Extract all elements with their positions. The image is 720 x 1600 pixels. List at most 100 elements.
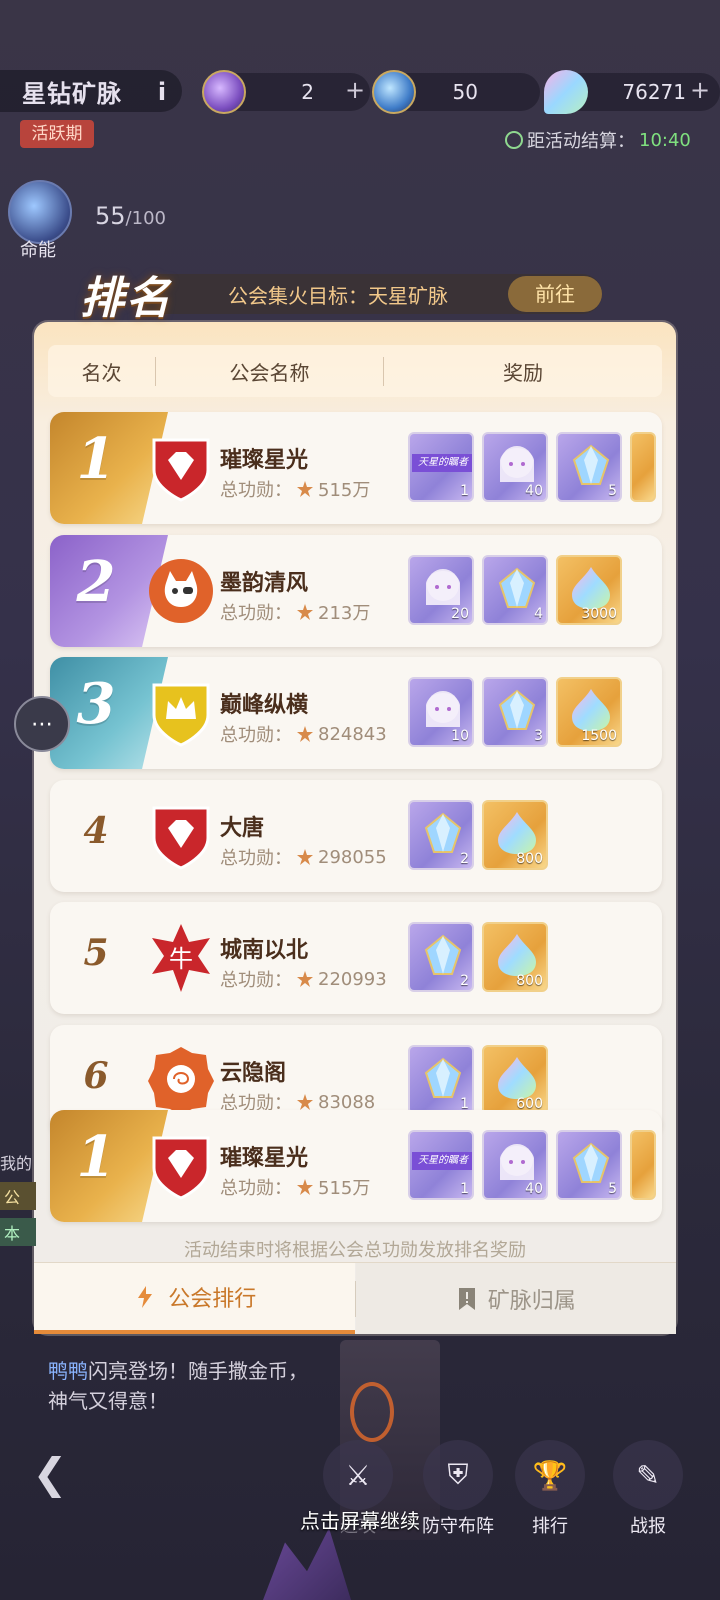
tab-vein-ownership-label: 矿脉归属: [487, 1288, 576, 1314]
energy-max: /100: [125, 208, 166, 229]
merit-icon: [297, 726, 313, 742]
resource-value-3: 76271: [622, 80, 686, 104]
tab-guild-ranking[interactable]: 公会排行: [34, 1263, 355, 1334]
merit-icon: [297, 1094, 313, 1110]
score-label: 总功勋：: [220, 1178, 292, 1199]
clock-icon: [505, 131, 523, 149]
score-value: 824843: [318, 723, 387, 745]
reward-list: 20 4 3000: [408, 555, 622, 625]
guild-score: 总功勋： 220993: [220, 966, 387, 992]
score-value: 220993: [318, 968, 387, 990]
ranking-header: 名次 公会名称 奖励: [48, 345, 662, 397]
yellow-crown-shield-icon: [146, 677, 216, 749]
blue-crystal-icon: [498, 567, 536, 608]
reward-item[interactable]: 600: [482, 1045, 548, 1115]
score-label: 总功勋：: [220, 480, 292, 501]
reward-item-partial[interactable]: [630, 1130, 656, 1200]
guild-name: 云隐阁: [220, 1061, 287, 1086]
orange-rose-icon: [146, 1045, 216, 1117]
reward-item[interactable]: 2: [408, 800, 474, 870]
purple-gem-orb-icon: [202, 70, 246, 114]
crossed-swords-icon: ⚔: [323, 1440, 393, 1510]
add-resource-3-button[interactable]: +: [690, 76, 710, 104]
reward-item[interactable]: 5: [556, 1130, 622, 1200]
broadcast-user: 鸭鸭: [48, 1359, 88, 1383]
resource-value-1: 2: [301, 80, 314, 104]
panel-title: 排名: [80, 273, 172, 324]
guild-name: 大唐: [220, 816, 265, 841]
reward-qty: 5: [608, 1181, 617, 1197]
reward-qty: 4: [534, 606, 543, 622]
merit-icon: [297, 971, 313, 987]
reward-list: 2 800: [408, 922, 548, 992]
energy-crystal-icon[interactable]: [8, 180, 72, 244]
reward-item[interactable]: 20: [408, 555, 474, 625]
banner-flag-icon: [458, 1287, 475, 1310]
guild-ranking-icon: [138, 1285, 153, 1308]
reward-item[interactable]: 天星的瞩者 1: [408, 1130, 474, 1200]
reward-qty: 1: [460, 1181, 469, 1197]
reward-item[interactable]: 10: [408, 677, 474, 747]
my-guild-row[interactable]: 1 璀璨星光 总功勋： 515万 天星的瞩者 1 40 5: [50, 1110, 662, 1222]
svg-text:牛: 牛: [169, 945, 193, 973]
chat-button[interactable]: ⋯: [14, 696, 70, 752]
reward-item[interactable]: 800: [482, 922, 548, 992]
rainbow-crystal-icon: [544, 70, 588, 114]
ranking-row[interactable]: 3 巅峰纵横 总功勋： 824843 10 3 1500: [50, 657, 662, 769]
reward-item[interactable]: 40: [482, 1130, 548, 1200]
add-resource-1-button[interactable]: +: [345, 76, 365, 104]
reward-item-partial[interactable]: [630, 432, 656, 502]
chevron-left-icon: ❮: [32, 1449, 68, 1498]
red-star-ox-icon: 牛: [146, 922, 216, 994]
rank-number: 2: [76, 549, 116, 615]
event-title-text: 星钻矿脉: [22, 79, 122, 108]
reward-qty: 800: [516, 973, 543, 989]
character-portrait-icon: [500, 1144, 534, 1180]
countdown: 距活动结算： 10:40: [505, 127, 691, 153]
rainbow-gem-icon: [572, 567, 610, 609]
character-portrait-icon: [426, 569, 460, 605]
back-button[interactable]: ❮: [20, 1444, 80, 1504]
character-portrait-icon: [500, 446, 534, 482]
reward-item[interactable]: 天星的瞩者 1: [408, 432, 474, 502]
rank-number: 4: [83, 810, 109, 852]
reward-qty: 2: [460, 851, 469, 867]
reward-item[interactable]: 1: [408, 1045, 474, 1115]
go-button[interactable]: 前往: [508, 276, 602, 312]
ranking-row[interactable]: 5 牛 城南以北 总功勋： 220993 2 800: [50, 902, 662, 1014]
tap-to-continue[interactable]: 点击屏幕继续: [0, 1505, 720, 1534]
reward-item[interactable]: 40: [482, 432, 548, 502]
info-button[interactable]: i: [150, 78, 174, 106]
title-card-banner: 天星的瞩者: [412, 1152, 472, 1170]
score-value: 515万: [318, 480, 371, 501]
blue-crystal-icon: [424, 1057, 462, 1098]
reward-item[interactable]: 3: [482, 677, 548, 747]
reward-item[interactable]: 5: [556, 432, 622, 502]
ranking-row[interactable]: 2 墨韵清风 总功勋： 213万 20 4 3000: [50, 535, 662, 647]
reward-item[interactable]: 2: [408, 922, 474, 992]
header-rank: 名次: [48, 356, 156, 386]
ranking-row[interactable]: 4 大唐 总功勋： 298055 2 800: [50, 780, 662, 892]
reward-item[interactable]: 4: [482, 555, 548, 625]
rank-number: 5: [83, 932, 109, 974]
title-card-banner: 天星的瞩者: [412, 454, 472, 472]
energy-current: 55: [95, 202, 126, 230]
guild-score: 总功勋： 824843: [220, 721, 387, 747]
chat-icon: ⋯: [31, 711, 53, 737]
reward-item[interactable]: 800: [482, 800, 548, 870]
guild-name: 璀璨星光: [220, 1146, 309, 1171]
reward-qty: 1500: [581, 728, 617, 744]
reward-item[interactable]: 3000: [556, 555, 622, 625]
footer-note: 活动结束时将根据公会总功勋发放排名奖励: [184, 1240, 526, 1261]
reward-item[interactable]: 1500: [556, 677, 622, 747]
ranking-row[interactable]: 1 璀璨星光 总功勋： 515万 天星的瞩者 1 40 5: [50, 412, 662, 524]
merit-icon: [297, 481, 313, 497]
left-peek-line1: 我的: [0, 1154, 33, 1173]
panel-tabs: 公会排行 矿脉归属: [34, 1262, 676, 1334]
tab-vein-ownership[interactable]: 矿脉归属: [355, 1263, 676, 1334]
left-peek-line3: 本: [0, 1218, 36, 1246]
rank-number: 6: [83, 1055, 109, 1097]
guild-name: 巅峰纵横: [220, 693, 309, 718]
energy-label: 命能: [20, 240, 56, 261]
score-value: 213万: [318, 603, 371, 624]
